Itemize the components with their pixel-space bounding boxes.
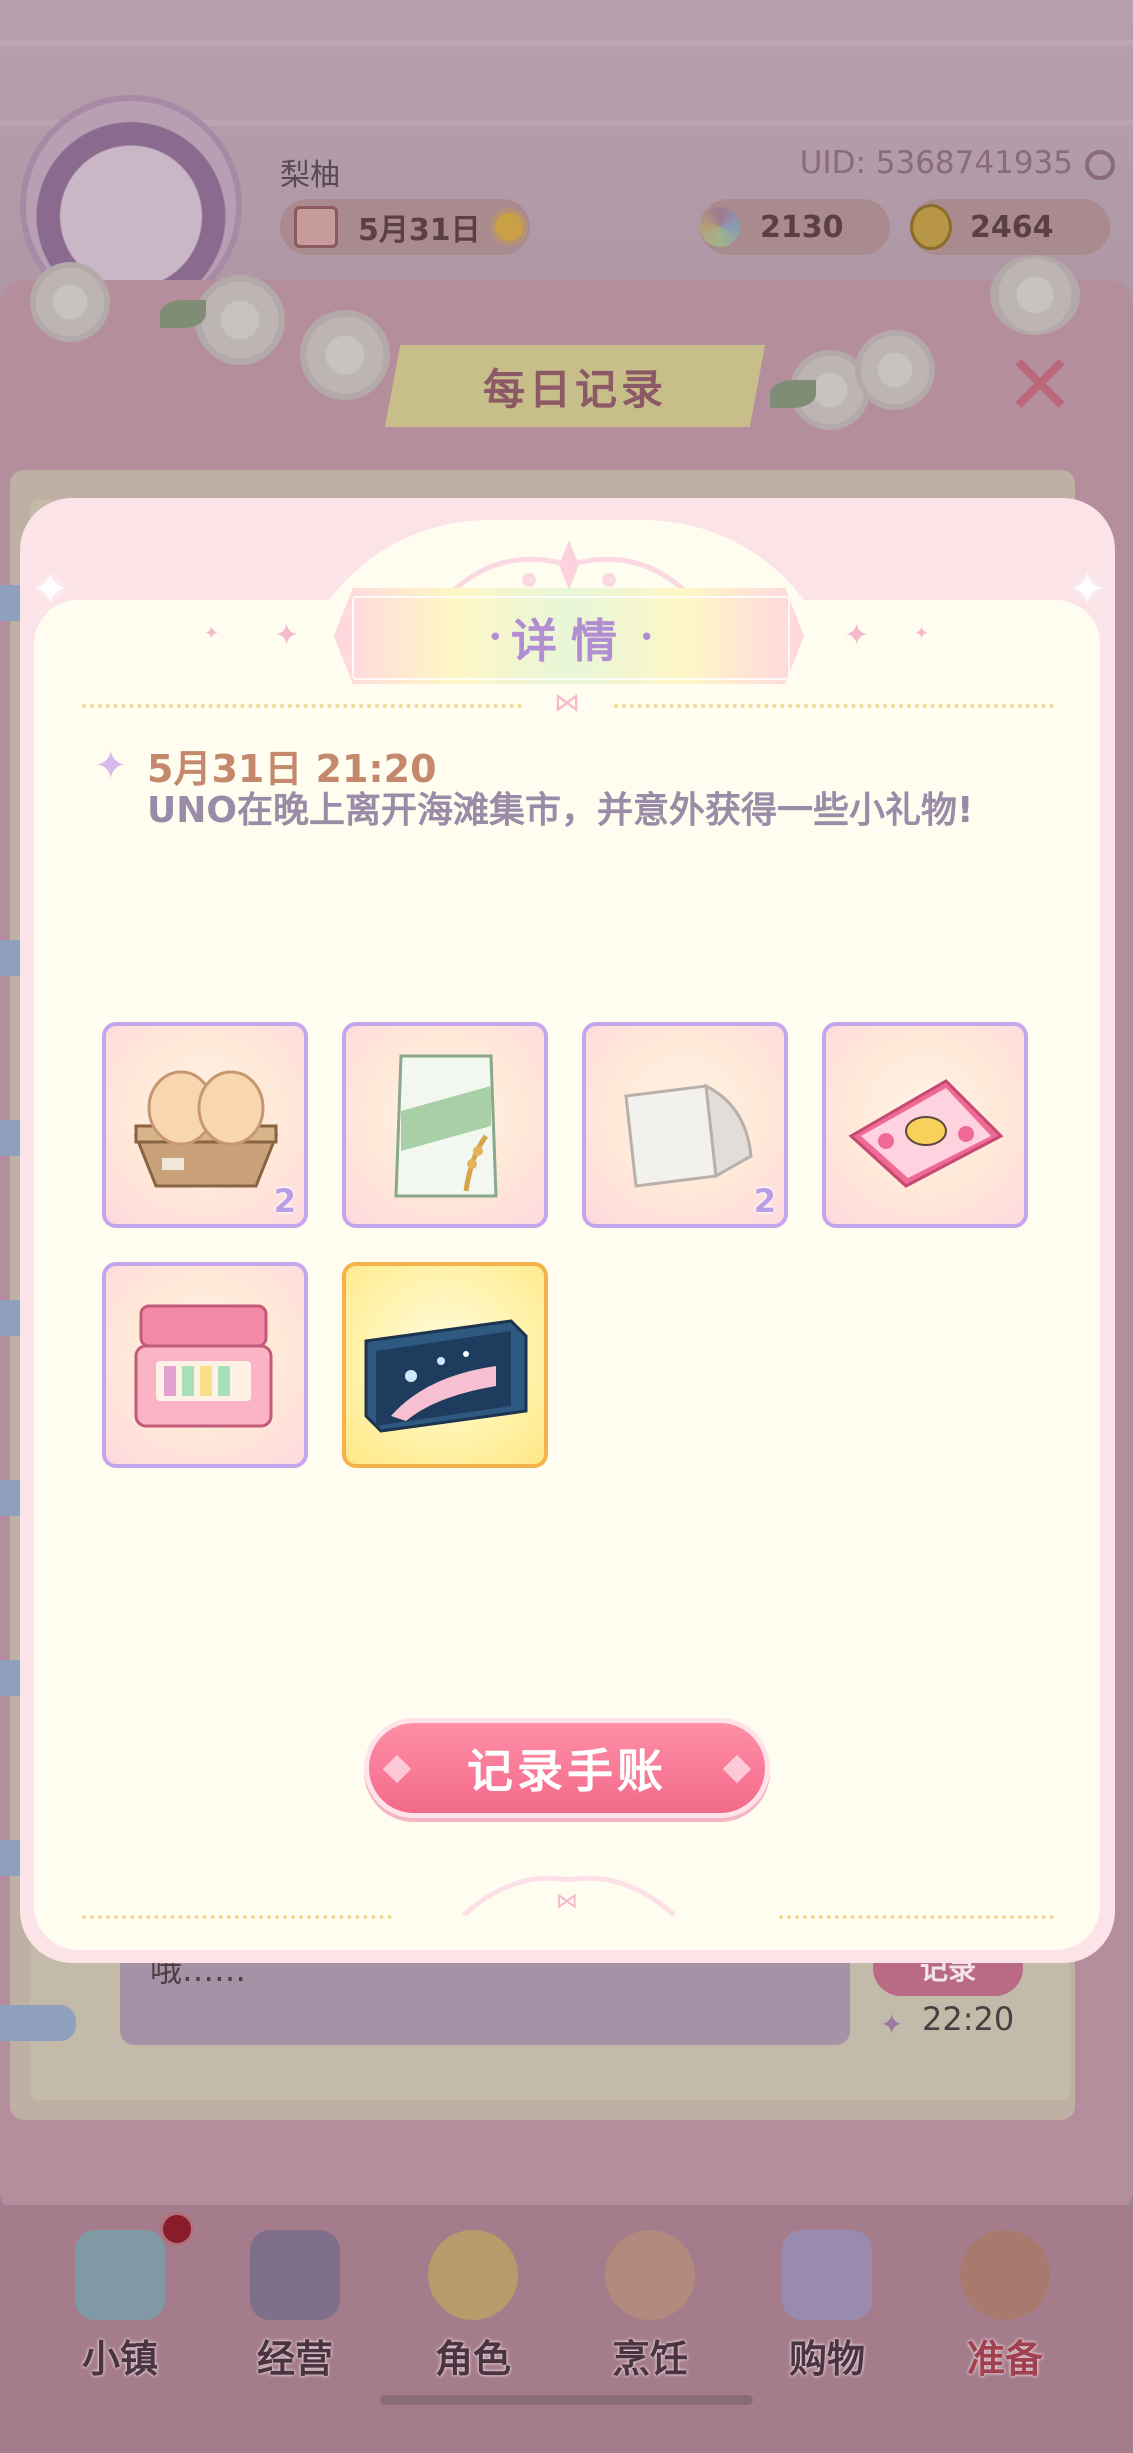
details-title-left: 详 [511,614,571,668]
sparkle-icon: ✦ [914,623,930,644]
details-title-right: 情 [571,614,631,668]
record-journal-button-label: 记录手账 [467,1744,667,1798]
close-icon[interactable]: ✕ [1000,343,1080,427]
shop-bag-icon [250,2230,340,2320]
daily-record-title: 每日记录 [482,364,667,414]
nav-prepare-label: 准备 [966,2337,1043,2381]
nav-shopping[interactable]: 购物 [752,2220,892,2381]
item-slot[interactable] [822,1022,1028,1228]
sparkle-icon: ✦ [204,623,220,644]
item-quantity: 2 [273,1182,296,1220]
sparkle-icon: ✦ [32,564,69,615]
player-name: 梨柚 [280,158,340,193]
sun-icon [494,213,523,241]
coin-counter[interactable]: 2464 [910,199,1110,255]
svg-text:⋈: ⋈ [556,1889,578,1914]
record-journal-button[interactable]: 记录手账 [364,1718,770,1818]
divider [614,704,1054,708]
beach-towel-icon [848,1079,1004,1188]
record-entry-time: 22:20 [922,2000,1015,2038]
gem-icon [700,207,740,247]
cooking-icon [605,2230,695,2320]
diamond-icon [722,1754,752,1784]
home-indicator [380,2395,753,2405]
nav-character-label: 角色 [434,2337,511,2381]
date-pill: 5月31日 [280,199,530,255]
divider [779,1915,1054,1919]
ornament-icon: ⋈ [462,1875,676,1917]
character-icon [428,2230,518,2320]
coin-count: 2464 [970,209,1054,245]
item-slot[interactable]: 2 [582,1022,788,1228]
nav-cooking[interactable]: 烹饪 [575,2220,715,2381]
date-label: 5月31日 [358,213,481,248]
makeup-box-icon [134,1304,273,1428]
bow-icon: ⋈ [554,688,580,718]
rose-decoration [855,330,935,410]
notification-badge [160,2212,194,2246]
map-icon [75,2230,165,2320]
rose-decoration [990,255,1080,335]
rose-decoration [300,310,390,400]
coin-icon [910,204,952,250]
divider [82,1915,392,1919]
prepare-basket-icon [960,2230,1050,2320]
item-slot[interactable]: 2 [102,1022,308,1228]
shopping-bag-icon [782,2230,872,2320]
item-slot[interactable] [102,1262,308,1468]
gem-counter[interactable]: 2130 [700,199,890,255]
diamond-icon [382,1754,412,1784]
star-icon: ✦ [880,2008,904,2041]
divider [82,704,522,708]
rose-decoration [30,262,110,342]
leaf-decoration [160,300,206,328]
details-title: • 详 情 • [352,596,790,680]
sparkle-icon: ✦ [1069,564,1106,615]
item-slot-rare[interactable] [342,1262,548,1468]
gem-count: 2130 [760,209,844,245]
nav-prepare[interactable]: 准备 [930,2220,1070,2381]
leaf-decoration [770,380,816,408]
nav-business[interactable]: 经营 [220,2220,360,2381]
uid-label: UID: 5368741935 [799,145,1073,181]
daily-record-title-banner: 每日记录 [385,345,765,427]
calendar-icon [294,206,338,248]
nav-business-label: 经营 [256,2337,333,2381]
item-quantity: 2 [753,1182,776,1220]
item-slot[interactable] [342,1022,548,1228]
nav-town-label: 小镇 [81,2337,158,2381]
copy-uid-icon[interactable] [1085,150,1115,180]
nav-town[interactable]: 小镇 [45,2220,185,2381]
rose-decoration [195,275,285,365]
nav-cooking-label: 烹饪 [611,2337,688,2381]
side-tab[interactable] [0,2005,76,2041]
entry-description: UNO在晚上离开海滩集市，并意外获得一些小礼物! [147,790,974,831]
flour-bag-icon [394,1054,498,1198]
nav-shopping-label: 购物 [788,2337,865,2381]
top-bar: 梨柚 UID: 5368741935 5月31日 2130 2464 [0,0,1133,317]
nav-character[interactable]: 角色 [398,2220,538,2381]
ocean-gift-box-icon [364,1319,528,1433]
sparkle-icon: ✦ [844,618,870,653]
details-modal: • 详 情 • ✦ ✦ ✦ ✦ ✦ ✦ ⋈ ✦ 5月31日 21:20 UNO在… [32,520,1106,1950]
sparkle-icon: ✦ [274,618,300,653]
entry-star-icon: ✦ [94,743,128,789]
